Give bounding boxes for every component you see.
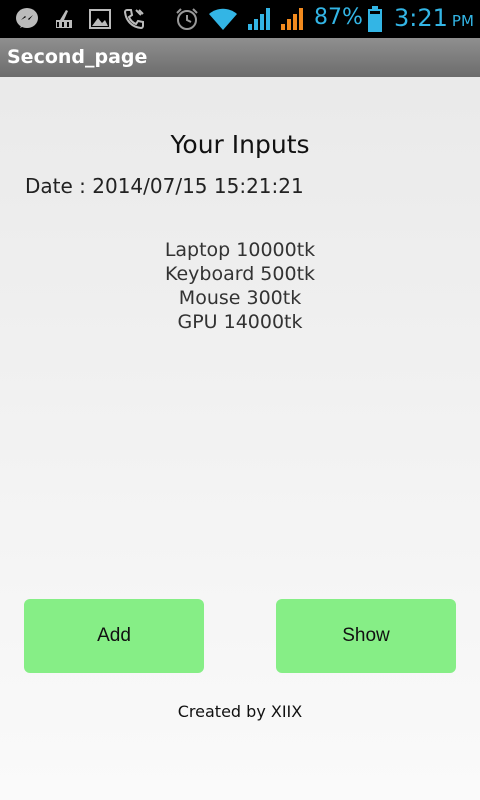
battery-percent: 87% [314, 5, 363, 30]
add-button[interactable]: Add [24, 599, 204, 673]
list-item: Mouse 300tk [178, 287, 302, 309]
wifi-icon [209, 8, 237, 30]
alarm-icon [176, 8, 198, 30]
inputs-heading: Your Inputs [170, 130, 310, 159]
cleaner-icon [56, 10, 72, 28]
list-item: GPU 14000tk [177, 311, 303, 333]
show-button[interactable]: Show [276, 599, 456, 673]
signal-2-icon [281, 8, 303, 30]
clock-ampm: PM [451, 12, 474, 30]
battery-icon [368, 6, 382, 32]
signal-1-icon [248, 8, 270, 30]
inputs-list: Laptop 10000tk Keyboard 500tk Mouse 300t… [0, 238, 480, 334]
list-item: Keyboard 500tk [164, 263, 316, 285]
title-bar: Second_page [0, 38, 480, 77]
phone-call-icon [123, 9, 144, 30]
screen: 87% 3:21 PM Second_page Your Inputs Date … [0, 0, 480, 800]
clock-time: 3:21 [394, 4, 448, 32]
status-bar: 87% 3:21 PM [0, 0, 480, 38]
page-title: Second_page [7, 46, 148, 68]
gallery-icon [89, 9, 111, 29]
messenger-icon [16, 8, 38, 28]
list-item: Laptop 10000tk [164, 239, 316, 261]
footer-credit: Created by XIIX [177, 702, 303, 721]
status-clock: 3:21 PM [394, 4, 474, 32]
date-label: Date : 2014/07/15 15:21:21 [25, 174, 304, 198]
